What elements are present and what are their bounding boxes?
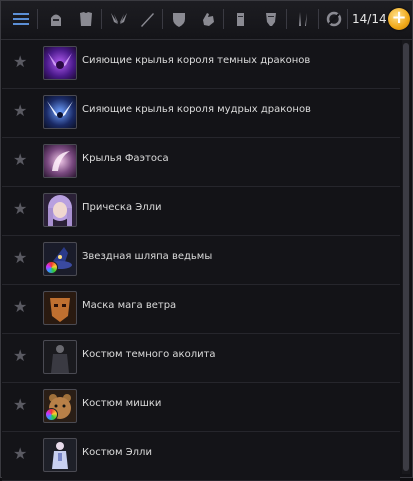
item-label: Костюм мишки (82, 398, 162, 409)
item-counter: 14/14 (352, 12, 387, 26)
star-icon[interactable]: ★ (13, 250, 29, 266)
plus-icon: + (391, 7, 407, 28)
add-button[interactable]: + (388, 8, 410, 30)
star-icon[interactable]: ★ (13, 348, 29, 364)
inventory-panel: 14/14 + ★ Сияющие крылья короля темных д… (0, 0, 413, 481)
wind-mage-mask-thumb (43, 291, 77, 325)
scrollbar-thumb[interactable] (403, 43, 409, 471)
dark-acolyte-costume-thumb (43, 340, 77, 374)
star-icon[interactable]: ★ (13, 299, 29, 315)
star-icon[interactable]: ★ (13, 201, 29, 217)
list-item[interactable]: ★ Сияющие крылья короля мудрых драконов (2, 89, 400, 138)
item-label: Прическа Элли (82, 202, 162, 213)
color-orb-icon (45, 408, 58, 421)
item-label: Звездная шляпа ведьмы (82, 251, 213, 262)
item-label: Крылья Фаэтоса (82, 153, 169, 164)
item-list: ★ Сияющие крылья короля темных драконов … (2, 40, 400, 481)
filter-toolbar: 14/14 + (1, 1, 412, 40)
list-item[interactable]: ★ Звездная шляпа ведьмы (2, 236, 400, 285)
armor-icon[interactable] (74, 7, 98, 31)
list-item[interactable]: ★ Прическа Элли (2, 187, 400, 236)
star-icon[interactable]: ★ (13, 397, 29, 413)
wise-dragon-wings-thumb (43, 95, 77, 129)
weapon-icon[interactable] (135, 7, 159, 31)
blades-icon[interactable] (291, 7, 315, 31)
list-item[interactable]: ★ Крылья Фаэтоса (2, 138, 400, 187)
item-label: Костюм Элли (82, 447, 152, 458)
color-orb-icon (45, 261, 58, 274)
list-item[interactable]: ★ Сияющие крылья короля темных драконов (2, 40, 400, 89)
item-label: Костюм темного аколита (82, 349, 216, 360)
item-label: Маска мага ветра (82, 300, 177, 311)
list-item[interactable]: ★ Костюм Элли (2, 432, 400, 481)
list-item[interactable]: ★ Маска мага ветра (2, 285, 400, 334)
item-label: Сияющие крылья короля мудрых драконов (82, 104, 311, 115)
helmet-icon[interactable] (44, 7, 68, 31)
bear-costume-thumb (43, 389, 77, 423)
boots-icon[interactable] (229, 7, 253, 31)
ring-icon[interactable] (259, 7, 283, 31)
elly-costume-thumb (43, 438, 77, 472)
star-icon[interactable]: ★ (13, 446, 29, 462)
list-item[interactable]: ★ Костюм мишки (2, 383, 400, 432)
item-label: Сияющие крылья короля темных драконов (82, 55, 311, 66)
witch-hat-thumb (43, 242, 77, 276)
dark-dragon-wings-thumb (43, 46, 77, 80)
accessory-icon[interactable] (322, 7, 346, 31)
star-icon[interactable]: ★ (13, 54, 29, 70)
glove-icon[interactable] (196, 7, 220, 31)
list-item[interactable]: ★ Костюм темного аколита (2, 334, 400, 383)
star-icon[interactable]: ★ (13, 103, 29, 119)
elly-hairstyle-thumb (43, 193, 77, 227)
wings-icon[interactable] (107, 7, 131, 31)
phaetos-wings-thumb (43, 144, 77, 178)
star-icon[interactable]: ★ (13, 152, 29, 168)
shield-icon[interactable] (167, 7, 191, 31)
menu-icon[interactable] (9, 7, 33, 31)
